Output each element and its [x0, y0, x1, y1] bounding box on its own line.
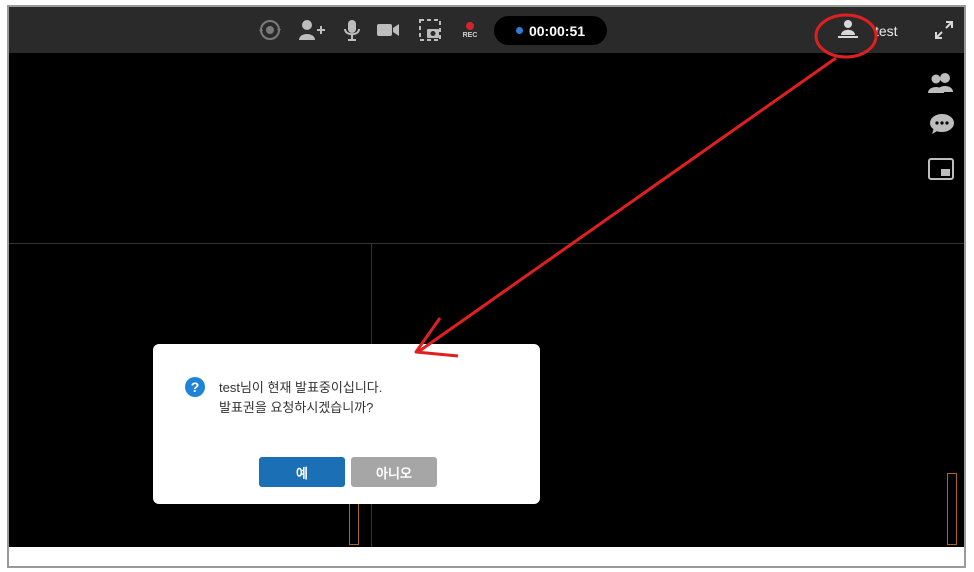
annotation-overlay — [414, 13, 878, 358]
arrow-shaft — [417, 56, 837, 354]
highlight-circle — [814, 13, 878, 59]
